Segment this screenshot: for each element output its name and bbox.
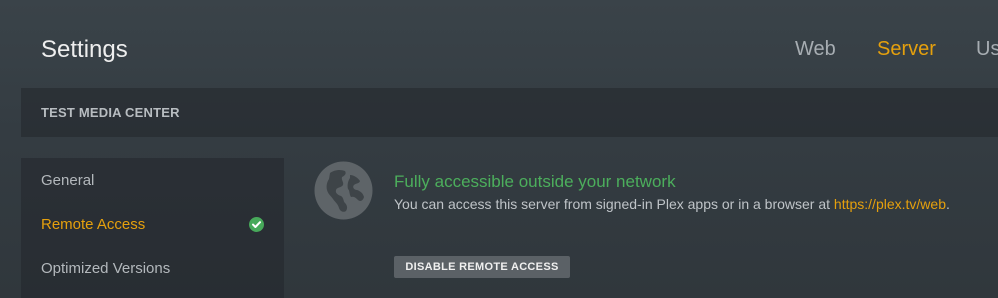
page-title: Settings [41,36,128,63]
description-suffix: . [945,196,950,212]
server-header-bar: TEST MEDIA CENTER [21,88,998,137]
tab-users[interactable]: Users [976,38,998,61]
sidebar-item-general[interactable]: General [21,158,284,202]
sidebar-item-optimized-versions[interactable]: Optimized Versions [21,246,284,290]
check-icon [249,217,264,232]
disable-remote-access-button[interactable]: DISABLE REMOTE ACCESS [394,256,570,278]
sidebar-item-remote-access[interactable]: Remote Access [21,202,284,246]
sidebar-item-label: Remote Access [41,216,146,233]
tab-web[interactable]: Web [795,38,836,61]
top-tabs: Web Server Users [738,38,998,66]
settings-sidebar: General Remote Access Optimized Versions [21,158,284,298]
plex-web-link[interactable]: https://plex.tv/web [834,196,946,212]
description-text: You can access this server from signed-i… [394,196,834,212]
sidebar-item-label: General [41,172,95,189]
tab-server[interactable]: Server [877,38,936,61]
remote-access-status-title: Fully accessible outside your network [394,172,676,191]
remote-access-description: You can access this server from signed-i… [394,196,950,212]
globe-icon [314,161,373,220]
server-name: TEST MEDIA CENTER [41,105,180,120]
sidebar-item-label: Optimized Versions [41,260,171,277]
